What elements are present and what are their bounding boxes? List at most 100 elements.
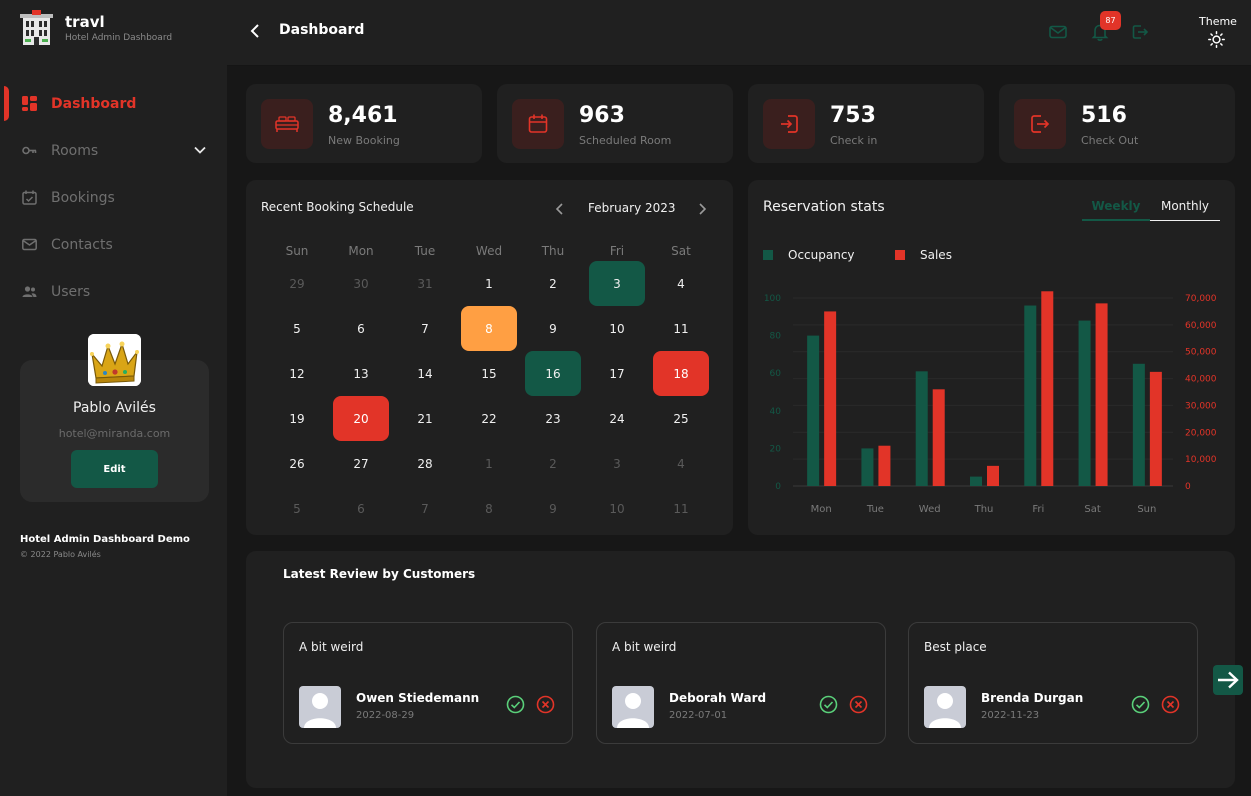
calendar-day[interactable]: 4	[653, 441, 709, 486]
tab-monthly[interactable]: Monthly	[1150, 199, 1220, 221]
arrow-right-icon	[1218, 671, 1239, 689]
calendar-day[interactable]: 8	[461, 486, 517, 531]
sidebar-item-rooms[interactable]: Rooms	[0, 127, 227, 174]
weekday-label: Sat	[671, 244, 691, 258]
calendar-day[interactable]: 5	[269, 486, 325, 531]
calendar-day[interactable]: 3	[589, 261, 645, 306]
sidebar-item-label: Users	[51, 283, 91, 300]
calendar-day[interactable]: 30	[333, 261, 389, 306]
calendar-day[interactable]: 21	[397, 396, 453, 441]
stat-label: Check in	[830, 134, 878, 147]
y-right-tick-label: 60,000	[1185, 321, 1217, 331]
bar-occupancy	[915, 371, 928, 486]
calendar-day[interactable]: 14	[397, 351, 453, 396]
calendar-day[interactable]: 26	[269, 441, 325, 486]
calendar-day[interactable]: 25	[653, 396, 709, 441]
calendar-day[interactable]: 20	[333, 396, 389, 441]
bar-occupancy	[861, 448, 874, 486]
calendar-day[interactable]: 17	[589, 351, 645, 396]
calendar-day[interactable]: 9	[525, 306, 581, 351]
weekday-label: Mon	[348, 244, 374, 258]
calendar-day[interactable]: 4	[653, 261, 709, 306]
calendar-day[interactable]: 5	[269, 306, 325, 351]
calendar-day[interactable]: 7	[397, 486, 453, 531]
check-circle-icon[interactable]	[1131, 695, 1150, 714]
calendar-day[interactable]: 12	[269, 351, 325, 396]
x-tick-label: Tue	[866, 504, 884, 515]
calendar-day[interactable]: 7	[397, 306, 453, 351]
x-circle-icon[interactable]	[536, 695, 555, 714]
brand[interactable]: travl Hotel Admin Dashboard	[20, 10, 172, 45]
x-tick-label: Sun	[1137, 504, 1156, 515]
logout-icon	[1014, 99, 1066, 149]
calendar-day[interactable]: 23	[525, 396, 581, 441]
calendar-day[interactable]: 2	[525, 261, 581, 306]
calendar-day[interactable]: 24	[589, 396, 645, 441]
avatar[interactable]	[88, 334, 141, 386]
calendar-day[interactable]: 28	[397, 441, 453, 486]
chevron-right-icon[interactable]	[693, 200, 711, 218]
y-left-tick-label: 80	[770, 332, 782, 342]
avatar	[299, 686, 341, 728]
calendar-day[interactable]: 16	[525, 351, 581, 396]
calendar-day[interactable]: 10	[589, 306, 645, 351]
calendar-day[interactable]: 11	[653, 486, 709, 531]
sidebar-item-dashboard[interactable]: Dashboard	[0, 80, 227, 127]
bar-sales	[987, 465, 999, 486]
check-circle-icon[interactable]	[506, 695, 525, 714]
sun-icon[interactable]	[1208, 31, 1225, 48]
calendar-day[interactable]: 6	[333, 306, 389, 351]
calendar-day[interactable]: 22	[461, 396, 517, 441]
calendar-day[interactable]: 3	[589, 441, 645, 486]
sidebar-item-contacts[interactable]: Contacts	[0, 221, 227, 268]
review-card[interactable]: Best place Brenda Durgan 2022-11-23	[908, 622, 1198, 744]
mail-icon[interactable]	[1048, 22, 1068, 42]
stat-card-check-in: 753 Check in	[748, 84, 984, 163]
calendar-day[interactable]: 9	[525, 486, 581, 531]
stat-value: 516	[1081, 103, 1127, 128]
booking-calendar: Recent Booking Schedule February 2023 Su…	[246, 180, 733, 535]
sidebar-item-bookings[interactable]: Bookings	[0, 174, 227, 221]
edit-button[interactable]: Edit	[71, 450, 158, 488]
hotel-logo-icon	[20, 10, 53, 45]
legend-swatch	[895, 250, 905, 260]
calendar-day[interactable]: 1	[461, 261, 517, 306]
sidebar-item-users[interactable]: Users	[0, 268, 227, 315]
calendar-day[interactable]: 13	[333, 351, 389, 396]
calendar-day[interactable]: 31	[397, 261, 453, 306]
chevron-down-icon[interactable]	[193, 143, 207, 157]
chevron-left-icon[interactable]	[247, 22, 265, 40]
legend-label: Occupancy	[788, 248, 855, 262]
legend-label: Sales	[920, 248, 952, 262]
chevron-left-icon[interactable]	[551, 200, 569, 218]
next-reviews-button[interactable]	[1213, 665, 1243, 695]
y-left-tick-label: 60	[770, 369, 782, 379]
calendar-day[interactable]: 10	[589, 486, 645, 531]
key-icon	[22, 143, 37, 158]
x-circle-icon[interactable]	[849, 695, 868, 714]
calendar-day[interactable]: 8	[461, 306, 517, 351]
calendar-day[interactable]: 29	[269, 261, 325, 306]
calendar-day[interactable]: 27	[333, 441, 389, 486]
legend-swatch	[763, 250, 773, 260]
bar-chart: 0 10,000 20,000 30,000 40,000 50,000 60,000 70,…	[764, 291, 1217, 515]
calendar-day[interactable]: 6	[333, 486, 389, 531]
calendar-day[interactable]: 19	[269, 396, 325, 441]
bar-sales	[1041, 291, 1054, 486]
review-card[interactable]: A bit weird Owen Stiedemann 2022-08-29	[283, 622, 573, 744]
review-card[interactable]: A bit weird Deborah Ward 2022-07-01	[596, 622, 886, 744]
y-right-tick-label: 40,000	[1185, 375, 1217, 385]
calendar-day[interactable]: 11	[653, 306, 709, 351]
user-name: Pablo Avilés	[73, 400, 156, 416]
calendar-day[interactable]: 1	[461, 441, 517, 486]
calendar-day[interactable]: 2	[525, 441, 581, 486]
tab-weekly[interactable]: Weekly	[1082, 199, 1150, 221]
notification-badge: 87	[1100, 11, 1121, 30]
x-circle-icon[interactable]	[1161, 695, 1180, 714]
check-circle-icon[interactable]	[819, 695, 838, 714]
logout-icon[interactable]	[1130, 22, 1150, 42]
calendar-day[interactable]: 18	[653, 351, 709, 396]
sidebar-item-label: Contacts	[51, 236, 113, 253]
avatar	[924, 686, 966, 728]
calendar-day[interactable]: 15	[461, 351, 517, 396]
